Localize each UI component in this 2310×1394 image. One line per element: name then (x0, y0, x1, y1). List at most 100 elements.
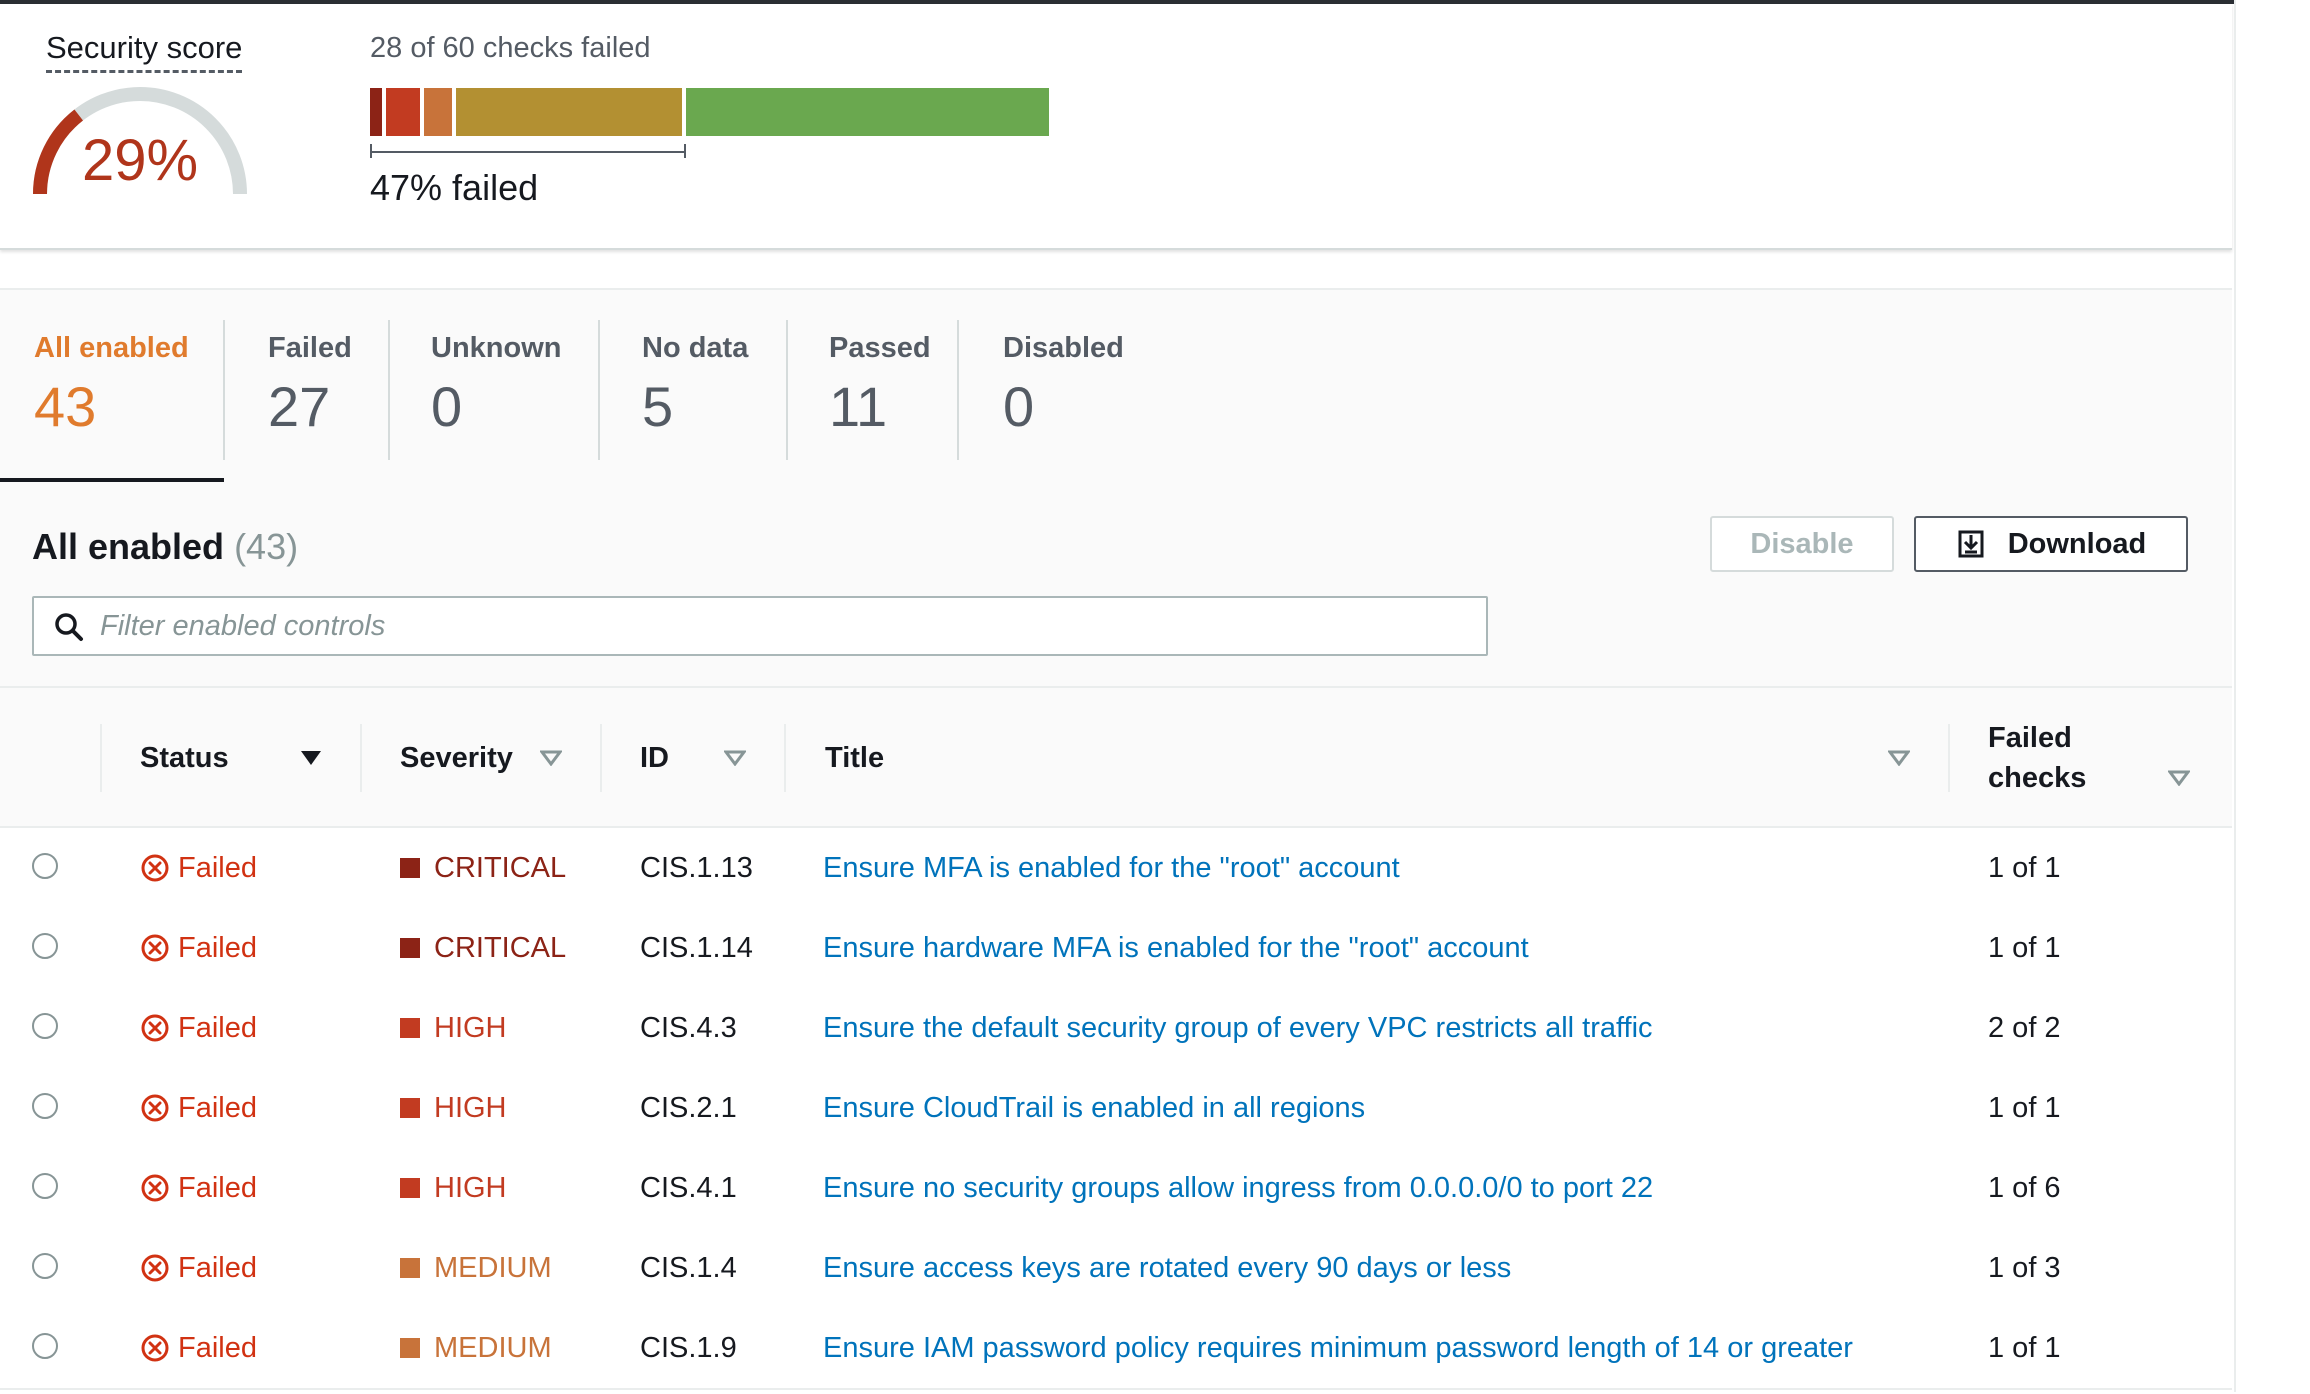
counter-separator (786, 320, 788, 460)
failed-icon (141, 1254, 169, 1282)
counter-passed[interactable]: Passed 11 (829, 330, 931, 442)
security-score-value: 29% (81, 128, 199, 193)
row-select-radio[interactable] (32, 933, 58, 959)
column-header-id[interactable]: ID (640, 738, 669, 778)
disable-button-label: Disable (1750, 528, 1854, 560)
control-title-link[interactable]: Ensure the default security group of eve… (823, 1008, 1653, 1048)
control-title-link[interactable]: Ensure IAM password policy requires mini… (823, 1328, 1853, 1368)
counter-value: 5 (642, 375, 674, 438)
severity-cell: CRITICAL (400, 848, 566, 888)
sort-icon[interactable] (540, 750, 562, 766)
failed-icon (141, 1334, 169, 1362)
counter-no-data[interactable]: No data 5 (642, 330, 748, 442)
table-row[interactable]: Failed MEDIUM CIS.1.9 Ensure IAM password p… (0, 1308, 2232, 1390)
download-icon (1958, 530, 1984, 558)
table-row[interactable]: Failed CRITICAL CIS.1.14 Ensure hardware MF… (0, 908, 2232, 990)
severity-square-icon (400, 1258, 420, 1278)
disable-button[interactable]: Disable (1710, 516, 1894, 572)
header-separator (1948, 724, 1950, 792)
control-id: CIS.1.14 (640, 932, 753, 964)
counter-label: Disabled (1003, 332, 1124, 364)
severity-text: MEDIUM (434, 1332, 552, 1364)
failed-checks-value: 1 of 3 (1988, 1252, 2061, 1284)
bar-segment-medium (424, 88, 452, 136)
page-gutter (2234, 0, 2310, 1392)
failed-checks-value: 2 of 2 (1988, 1012, 2061, 1044)
table-row[interactable]: Failed MEDIUM CIS.1.4 Ensure access keys ar… (0, 1228, 2232, 1310)
counter-label: Failed (268, 332, 352, 364)
failed-checks-value: 1 of 6 (1988, 1172, 2061, 1204)
counter-disabled[interactable]: Disabled 0 (1003, 330, 1124, 442)
control-id: CIS.1.4 (640, 1252, 737, 1284)
table-row[interactable]: Failed HIGH CIS.4.1 Ensure no security grou… (0, 1148, 2232, 1230)
table-row[interactable]: Failed HIGH CIS.4.3 Ensure the default secu… (0, 988, 2232, 1070)
column-header-status[interactable]: Status (140, 738, 229, 778)
column-header-failed-checks[interactable]: Failed checks (1988, 718, 2098, 798)
status-text: Failed (178, 1092, 257, 1124)
counter-failed[interactable]: Failed 27 (268, 330, 352, 442)
failed-checks-value: 1 of 1 (1988, 852, 2061, 884)
severity-text: CRITICAL (434, 932, 567, 964)
failed-checks-value: 1 of 1 (1988, 932, 2061, 964)
row-select-radio[interactable] (32, 1333, 58, 1359)
status-cell: Failed (140, 928, 257, 968)
sort-icon[interactable] (2168, 770, 2190, 786)
control-id: CIS.4.3 (640, 1012, 737, 1044)
severity-square-icon (400, 938, 420, 958)
control-title-link[interactable]: Ensure access keys are rotated every 90 … (823, 1248, 1511, 1288)
counter-label: All enabled (34, 332, 189, 364)
failed-checks-value: 1 of 1 (1988, 1332, 2061, 1364)
status-cell: Failed (140, 1248, 257, 1288)
status-text: Failed (178, 1012, 257, 1044)
counter-value: 0 (1003, 375, 1035, 438)
sort-icon[interactable] (724, 750, 746, 766)
control-title-link[interactable]: Ensure hardware MFA is enabled for the "… (823, 928, 1529, 968)
filter-input[interactable] (100, 606, 1460, 646)
severity-text: HIGH (434, 1172, 507, 1204)
security-score-panel (0, 4, 2232, 250)
control-title-link[interactable]: Ensure no security groups allow ingress … (823, 1168, 1653, 1208)
failed-icon (141, 1174, 169, 1202)
severity-cell: HIGH (400, 1088, 507, 1128)
bar-segment-critical (370, 88, 382, 136)
row-select-radio[interactable] (32, 1013, 58, 1039)
header-separator (784, 724, 786, 792)
control-title-link[interactable]: Ensure MFA is enabled for the "root" acc… (823, 848, 1400, 888)
status-cell: Failed (140, 1328, 257, 1368)
row-select-radio[interactable] (32, 1173, 58, 1199)
counter-separator (598, 320, 600, 460)
table-row[interactable]: Failed HIGH CIS.2.1 Ensure CloudTrail is en… (0, 1068, 2232, 1150)
severity-square-icon (400, 1178, 420, 1198)
severity-square-icon (400, 1338, 420, 1358)
counter-all-enabled[interactable]: All enabled 43 (34, 330, 189, 442)
control-status-counters: All enabled 43 Failed 27 Unknown 0 No da… (0, 288, 2232, 488)
percent-failed: 47% failed (370, 167, 539, 208)
row-select-radio[interactable] (32, 1093, 58, 1119)
sort-icon[interactable] (1888, 750, 1910, 766)
row-select-radio[interactable] (32, 1253, 58, 1279)
column-header-title[interactable]: Title (825, 738, 884, 778)
counter-unknown[interactable]: Unknown 0 (431, 330, 562, 442)
table-row[interactable]: Failed CRITICAL CIS.1.13 Ensure MFA is enab… (0, 828, 2232, 910)
table-heading: All enabled (43) (32, 522, 298, 572)
sort-descending-icon[interactable] (300, 750, 322, 766)
search-icon (55, 613, 83, 641)
failed-icon (141, 1014, 169, 1042)
counter-value: 0 (431, 375, 463, 438)
bar-segment-high (386, 88, 420, 136)
severity-text: MEDIUM (434, 1252, 552, 1284)
counter-separator (223, 320, 225, 460)
control-id: CIS.1.9 (640, 1332, 737, 1364)
counter-value: 27 (268, 375, 331, 438)
download-button[interactable]: Download (1914, 516, 2188, 572)
security-score-label[interactable]: Security score (46, 28, 243, 73)
row-select-radio[interactable] (32, 853, 58, 879)
control-title-link[interactable]: Ensure CloudTrail is enabled in all regi… (823, 1088, 1365, 1128)
status-cell: Failed (140, 1168, 257, 1208)
column-header-severity[interactable]: Severity (400, 738, 513, 778)
status-text: Failed (178, 932, 257, 964)
status-text: Failed (178, 1252, 257, 1284)
counter-separator (957, 320, 959, 460)
download-button-label: Download (2007, 528, 2147, 560)
table-heading-title: All enabled (32, 526, 225, 567)
